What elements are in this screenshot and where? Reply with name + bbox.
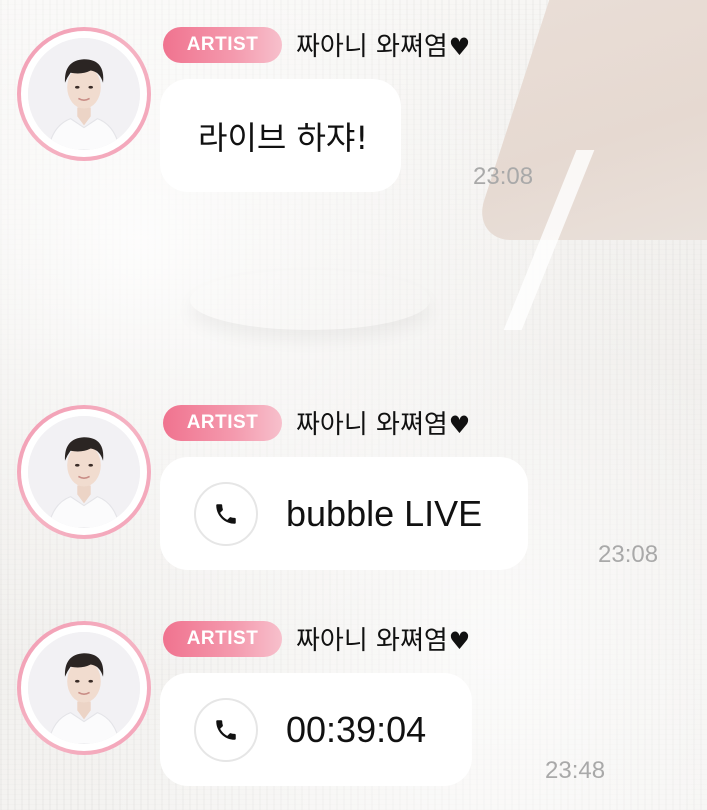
heart-icon: ♥ <box>448 411 471 439</box>
sender-name: 짜아니 와쪄염♥ <box>296 410 471 440</box>
heart-icon: ♥ <box>448 33 471 61</box>
avatar-photo <box>28 632 140 744</box>
artist-badge: ARTIST <box>163 405 282 441</box>
message-time: 23:08 <box>473 163 534 190</box>
message-text: 라이브 하쟈! <box>198 118 369 157</box>
sender-name: 짜아니 와쪄염♥ <box>296 32 471 62</box>
avatar-photo <box>28 38 140 150</box>
sender-name: 짜아니 와쪄염♥ <box>296 626 471 656</box>
call-duration-bubble[interactable]: 00:39:04 <box>160 673 473 786</box>
phone-icon <box>194 481 258 546</box>
call-duration: 00:39:04 <box>286 708 427 750</box>
artist-avatar[interactable] <box>17 27 151 161</box>
avatar-photo <box>28 416 140 528</box>
message-bubble[interactable]: 라이브 하쟈! <box>160 79 402 192</box>
artist-badge: ARTIST <box>163 621 282 657</box>
phone-icon <box>194 697 258 762</box>
artist-avatar[interactable] <box>17 405 151 539</box>
message-time: 23:08 <box>598 541 659 568</box>
live-call-bubble[interactable]: bubble LIVE <box>160 457 529 570</box>
background-fold <box>190 270 430 330</box>
artist-badge: ARTIST <box>163 27 282 63</box>
message-time: 23:48 <box>545 757 606 784</box>
call-label: bubble LIVE <box>286 492 483 534</box>
artist-avatar[interactable] <box>17 621 151 755</box>
heart-icon: ♥ <box>448 627 471 655</box>
